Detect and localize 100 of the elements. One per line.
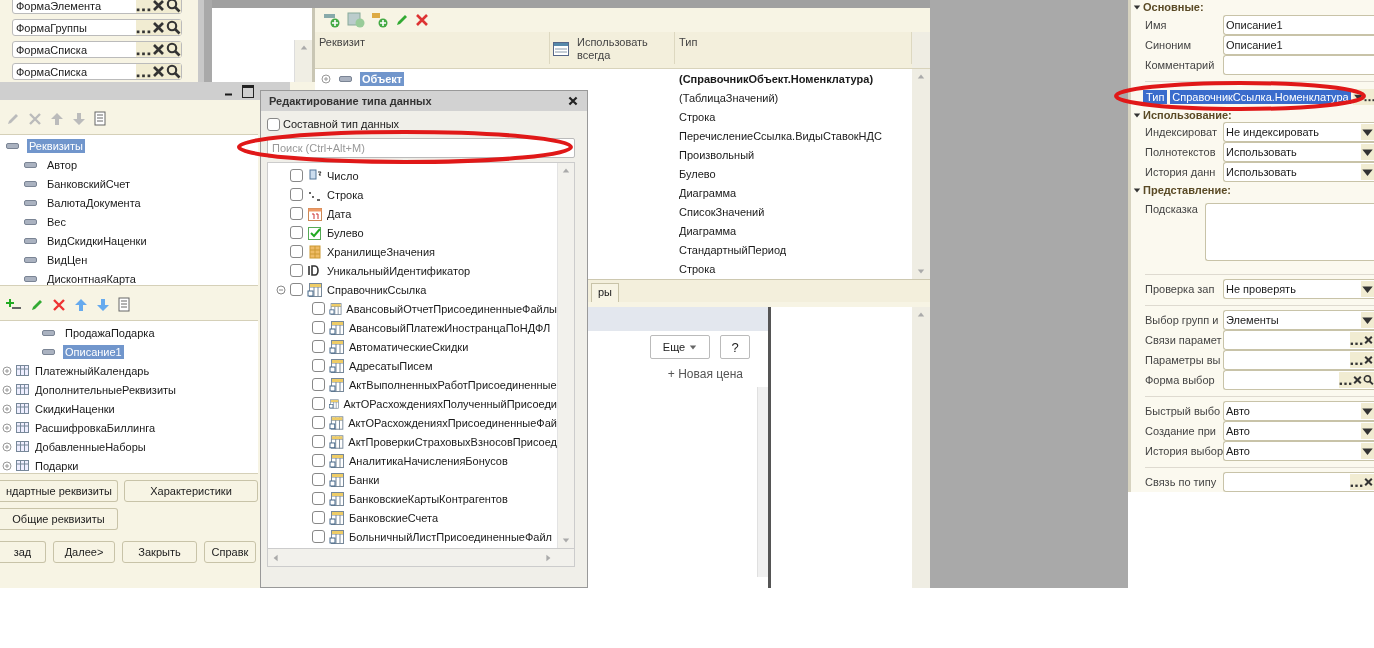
text-field[interactable]	[1223, 54, 1374, 75]
expand-icon[interactable]	[1133, 185, 1141, 194]
type-item[interactable]: Булево	[327, 226, 364, 239]
dropdown-field[interactable]: Авто	[1223, 441, 1374, 461]
checkbox[interactable]	[312, 473, 325, 486]
column-header[interactable]: Использовать всегда	[573, 32, 675, 64]
checkbox[interactable]	[290, 283, 303, 296]
column-header[interactable]: Реквизит	[315, 32, 550, 64]
type-item[interactable]: Банки	[349, 473, 380, 486]
type-item[interactable]: АдресатыПисем	[349, 359, 433, 372]
choice-field[interactable]	[1223, 350, 1374, 371]
scroll-up-icon[interactable]	[299, 44, 308, 52]
clear-icon[interactable]	[151, 0, 166, 13]
checkbox[interactable]	[312, 492, 325, 505]
tree-item[interactable]: ВалютаДокумента	[45, 195, 143, 210]
dropdown-field[interactable]: Не проверять	[1223, 279, 1374, 300]
choice-field[interactable]	[1223, 370, 1374, 391]
scroll-down-icon[interactable]	[917, 267, 925, 275]
checkbox[interactable]	[312, 302, 325, 315]
checkbox[interactable]	[290, 245, 303, 258]
search-icon[interactable]	[166, 64, 181, 79]
type-item[interactable]: АналитикаНачисленияБонусов	[349, 454, 508, 467]
checkbox[interactable]	[312, 511, 325, 524]
add-row-icon[interactable]	[323, 12, 341, 28]
section-title[interactable]: Использование:	[1143, 108, 1232, 121]
more-icon[interactable]	[136, 64, 151, 79]
help-button[interactable]: ?	[720, 335, 750, 359]
add-icon[interactable]	[6, 298, 22, 312]
checkbox[interactable]	[312, 435, 325, 448]
dropdown-field[interactable]: Элементы	[1223, 310, 1374, 331]
hint-textarea[interactable]	[1205, 203, 1374, 261]
type-item[interactable]: АктВыполненныхРаботПрисоединенные	[349, 378, 557, 391]
scrollbar[interactable]	[912, 32, 930, 68]
tree-item[interactable]: РасшифровкаБиллинга	[33, 420, 158, 435]
tab[interactable]: ры	[591, 283, 620, 302]
checkbox[interactable]	[267, 117, 280, 131]
clear-icon[interactable]	[1363, 332, 1374, 349]
checkbox[interactable]	[312, 359, 325, 372]
scroll-up-icon[interactable]	[917, 73, 925, 81]
caret-icon[interactable]	[1352, 88, 1364, 105]
tree-item[interactable]: ДополнительныеРеквизиты	[33, 382, 178, 397]
close-icon[interactable]	[567, 95, 579, 107]
more-icon[interactable]	[136, 20, 151, 35]
type-item[interactable]: УникальныйИдентификатор	[327, 264, 471, 277]
tree-item[interactable]: Автор	[45, 157, 80, 172]
editor-button[interactable]: ндартные реквизиты	[0, 480, 118, 502]
caret-icon[interactable]	[1361, 312, 1374, 329]
more-icon[interactable]	[136, 0, 151, 13]
type-item[interactable]: АвтоматическиеСкидки	[349, 340, 469, 353]
dropdown-field[interactable]: Использовать	[1223, 142, 1374, 163]
caret-icon[interactable]	[1361, 281, 1374, 298]
section-title[interactable]: Основные:	[1143, 1, 1204, 14]
delete-icon[interactable]	[52, 298, 66, 312]
more-icon[interactable]	[136, 42, 151, 57]
more-button[interactable]: Еще	[650, 335, 710, 359]
type-item[interactable]: Число	[327, 169, 359, 182]
nav-button[interactable]: зад	[0, 541, 46, 563]
scrollbar[interactable]	[912, 69, 930, 279]
scrollbar[interactable]	[757, 387, 768, 577]
list-icon[interactable]	[94, 111, 108, 127]
delete-icon[interactable]	[415, 13, 429, 27]
checkbox[interactable]	[290, 264, 303, 277]
scroll-left-icon[interactable]	[272, 553, 280, 562]
dropdown-field[interactable]: Не индексировать	[1223, 122, 1374, 143]
type-item[interactable]: АктОРасхожденияхПрисоединенныеФай	[348, 416, 557, 429]
tree-item[interactable]: ДисконтнаяКарта	[45, 271, 138, 286]
type-item[interactable]: АктПроверкиСтраховыхВзносовПрисоед	[348, 435, 557, 448]
checkbox[interactable]	[312, 321, 325, 334]
search-icon[interactable]	[166, 0, 181, 13]
arrow-up-icon[interactable]	[74, 298, 88, 312]
editor-button[interactable]: Характеристики	[124, 480, 258, 502]
scrollbar[interactable]	[294, 40, 312, 82]
checkbox[interactable]	[290, 207, 303, 220]
checkbox[interactable]	[312, 340, 325, 353]
text-field[interactable]: Описание1	[1223, 14, 1374, 35]
type-item[interactable]: БанковскиеКартыКонтрагентов	[349, 492, 508, 505]
scroll-down-icon[interactable]	[562, 536, 570, 544]
tree-item[interactable]: Вес	[45, 214, 68, 229]
nav-button[interactable]: Закрыть	[122, 541, 197, 563]
clear-icon[interactable]	[1363, 352, 1374, 369]
caret-icon[interactable]	[1361, 443, 1374, 459]
editor-button[interactable]: Общие реквизиты	[0, 508, 118, 530]
form-field[interactable]: ФормаСписка	[12, 41, 182, 58]
dropdown-field[interactable]: Использовать	[1223, 162, 1374, 183]
nav-button[interactable]: Далее>	[53, 541, 115, 563]
expand-icon[interactable]	[1133, 110, 1141, 119]
tree-item[interactable]: ВидСкидкиНаценки	[45, 233, 149, 248]
search-field[interactable]: Поиск (Ctrl+Alt+M)	[267, 138, 575, 158]
tree-item[interactable]: ДобавленныеНаборы	[33, 439, 148, 454]
search-icon[interactable]	[166, 20, 181, 35]
type-item[interactable]: АвансовыйОтчетПрисоединенныеФайлы	[346, 302, 557, 315]
more-icon[interactable]	[1339, 372, 1352, 389]
type-item[interactable]: СправочникСсылка	[327, 283, 427, 296]
search-icon[interactable]	[166, 42, 181, 57]
scroll-up-icon[interactable]	[917, 311, 925, 319]
scroll-up-icon[interactable]	[562, 167, 570, 175]
clear-icon[interactable]	[1352, 372, 1363, 389]
clear-icon[interactable]	[151, 20, 166, 35]
nav-button[interactable]: Справк	[204, 541, 256, 563]
form-field[interactable]: ФормаСписка	[12, 63, 182, 80]
